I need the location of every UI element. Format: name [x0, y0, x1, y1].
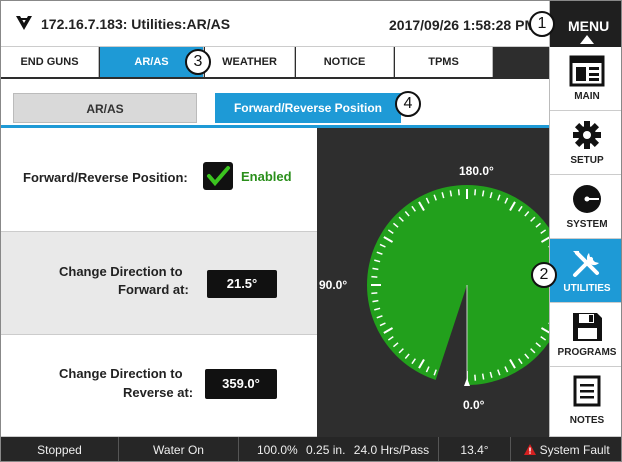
menu-item-label: SETUP: [570, 155, 604, 166]
fr-position-panel: Forward/Reverse Position: Enabled: [1, 128, 317, 232]
dial-tick: [481, 373, 485, 380]
subtab-ar-as[interactable]: AR/AS: [13, 93, 197, 123]
fr-position-label: Forward/Reverse Position:: [23, 170, 188, 185]
menu-button[interactable]: MENU: [550, 1, 621, 47]
dial-graphic: [367, 185, 549, 386]
dial-tick: [371, 275, 378, 278]
dial-tick: [481, 190, 485, 197]
window-title: 172.16.7.183: Utilities:AR/AS: [41, 16, 231, 32]
checkmark-icon: [207, 166, 230, 187]
dial-tick: [449, 190, 453, 197]
callout-4: 4: [395, 91, 421, 117]
menu-item-setup[interactable]: SETUP: [550, 111, 621, 175]
reverse-label-line2: Reverse at:: [123, 385, 194, 400]
dial-label-bottom: 0.0°: [463, 398, 485, 412]
dial-tick: [371, 292, 378, 295]
sub-tabs: AR/AS Forward/Reverse Position: [1, 79, 549, 127]
dial-tick: [474, 189, 477, 196]
warning-icon: [524, 444, 537, 455]
main-icon: [569, 55, 605, 87]
status-fault[interactable]: System Fault: [511, 437, 621, 461]
dial-tick: [372, 267, 379, 271]
callout-3: 3: [185, 49, 211, 75]
fr-enabled-checkbox[interactable]: [203, 162, 233, 190]
tab-weather[interactable]: WEATHER: [205, 47, 295, 77]
menu-item-system[interactable]: SYSTEM: [550, 175, 621, 239]
datetime-display: 2017/09/26 1:58:28 PM: [389, 17, 537, 33]
menu-item-label: NOTES: [569, 415, 605, 426]
reverse-value-field[interactable]: 359.0°: [205, 369, 277, 399]
menu-item-label: MAIN: [574, 91, 600, 102]
position-dial: 180.0° 90.0° 0.0°: [317, 128, 549, 437]
status-fault-text: System Fault: [539, 443, 610, 457]
menu-item-notes[interactable]: NOTES: [550, 367, 621, 437]
dial-tick: [372, 299, 379, 303]
fr-status-text: Enabled: [241, 169, 292, 184]
status-irrigation: 100.0% 0.25 in. 24.0 Hrs/Pass: [239, 437, 439, 461]
reverse-label-line1: Change Direction to: [59, 366, 183, 381]
top-tabs: END GUNS AR/AS WEATHER NOTICE TPMS: [1, 47, 549, 79]
notes-icon: [573, 375, 601, 407]
floppy-disk-icon: [573, 313, 602, 341]
dial-label-left: 90.0°: [319, 278, 348, 292]
tab-end-guns[interactable]: END GUNS: [1, 47, 99, 77]
status-water: Water On: [119, 437, 239, 461]
status-bar: Stopped Water On 100.0% 0.25 in. 24.0 Hr…: [1, 437, 621, 461]
reverse-panel: Change Direction to Reverse at: 359.0°: [1, 335, 317, 437]
forward-panel: Change Direction to Forward at: 21.5°: [1, 232, 317, 335]
forward-label-line1: Change Direction to: [59, 264, 183, 279]
status-pass: 24.0 Hrs/Pass: [353, 443, 430, 457]
status-angle: 13.4°: [439, 437, 511, 461]
callout-2: 2: [531, 262, 557, 288]
status-speed: 100.0%: [257, 443, 298, 457]
menu-item-label: SYSTEM: [566, 219, 608, 230]
subtab-forward-reverse[interactable]: Forward/Reverse Position: [215, 93, 401, 123]
logo-icon: [16, 16, 32, 30]
forward-label-line2: Forward at:: [118, 282, 189, 297]
status-depth: 0.25 in.: [306, 443, 346, 457]
menu-item-main[interactable]: MAIN: [550, 47, 621, 111]
gear-icon: [573, 121, 601, 149]
callout-1: 1: [529, 11, 555, 37]
header-bar: 172.16.7.183: Utilities:AR/AS 2017/09/26…: [1, 1, 549, 47]
tab-notice[interactable]: NOTICE: [296, 47, 394, 77]
dial-tick: [474, 374, 477, 381]
tab-tpms[interactable]: TPMS: [395, 47, 493, 77]
tools-icon: [573, 251, 599, 277]
menu-item-utilities[interactable]: UTILITIES: [550, 239, 621, 303]
app-window: 172.16.7.183: Utilities:AR/AS 2017/09/26…: [0, 0, 622, 462]
dial-label-top: 180.0°: [459, 164, 494, 178]
forward-value-field[interactable]: 21.5°: [207, 270, 277, 298]
menu-item-programs[interactable]: PROGRAMS: [550, 303, 621, 367]
menu-item-label: PROGRAMS: [557, 347, 617, 358]
menu-label: MENU: [568, 18, 610, 34]
menu-item-label: UTILITIES: [563, 283, 611, 294]
side-menu: MENU MAIN SETUP SYSTEM UTILITIES PROGRAM…: [549, 1, 621, 437]
status-state: Stopped: [1, 437, 119, 461]
dial-tick: [457, 189, 460, 196]
caret-up-icon: [580, 35, 594, 44]
system-icon: [573, 185, 601, 213]
